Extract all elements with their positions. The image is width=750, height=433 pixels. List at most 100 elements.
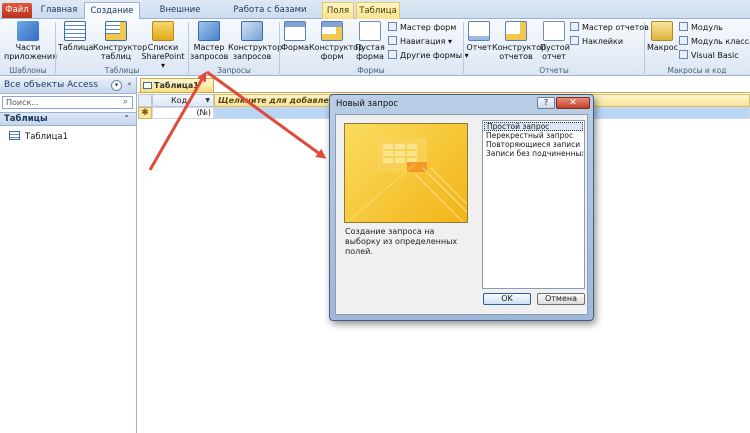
collapse-section-icon[interactable]: ⌃: [123, 113, 130, 125]
tab-table[interactable]: Таблица: [356, 2, 400, 19]
document-tab-table1[interactable]: Таблица1: [140, 78, 214, 92]
module-icon: [679, 22, 688, 31]
group-templates-label: Шаблоны: [9, 66, 47, 75]
labels-label: Наклейки: [582, 37, 624, 46]
query-wizard-button[interactable]: Мастер запросов: [190, 21, 228, 61]
blank-report-icon: [543, 21, 565, 41]
ribbon-tab-bar: Файл Главная Создание Внешние данные Раб…: [0, 0, 750, 31]
form-button[interactable]: Форма: [281, 21, 309, 52]
class-module-label: Модуль класса: [691, 37, 750, 46]
dialog-body: Создание запроса на выборку из определен…: [335, 114, 588, 315]
form-design-button[interactable]: Конструктор форм: [309, 21, 363, 61]
application-parts-button[interactable]: Части приложения: [4, 21, 57, 61]
labels-button[interactable]: Наклейки: [570, 36, 623, 47]
nav-section-label: Таблицы: [4, 114, 48, 124]
nav-item-table1[interactable]: Таблица1: [9, 131, 68, 143]
navigation-button[interactable]: Навигация ▾: [388, 36, 452, 47]
navigation-icon: [388, 36, 397, 45]
chevron-down-icon[interactable]: ▼: [205, 95, 210, 106]
column-header-code[interactable]: Код ▼: [152, 94, 214, 107]
nav-section-tables[interactable]: Таблицы ⌃: [0, 112, 136, 126]
tab-database-tools[interactable]: Работа с базами данных: [220, 2, 320, 31]
form-wizard-label: Мастер форм: [400, 23, 457, 32]
select-all-corner[interactable]: [138, 94, 152, 107]
other-forms-label: Другие формы ▾: [400, 51, 469, 60]
chevron-down-icon[interactable]: ▾: [111, 80, 122, 91]
group-tables-label: Таблицы: [104, 66, 140, 75]
new-record-icon: ✱: [138, 107, 152, 119]
other-forms-icon: [388, 50, 397, 59]
search-input[interactable]: Поиск... ⌕: [2, 96, 133, 109]
blank-form-label: Пустая форма: [355, 43, 385, 61]
ribbon-separator: [644, 22, 645, 74]
query-grid-icon: [346, 138, 467, 222]
other-forms-button[interactable]: Другие формы ▾: [388, 50, 469, 61]
tab-home[interactable]: Главная: [36, 2, 82, 19]
group-forms-label: Формы: [357, 66, 385, 75]
navigation-pane-header[interactable]: Все объекты Access ▾ «: [0, 77, 136, 94]
query-design-button[interactable]: Конструктор запросов: [228, 21, 282, 61]
visual-basic-button[interactable]: Visual Basic: [679, 50, 739, 61]
query-type-list[interactable]: Простой запрос Перекрестный запрос Повто…: [482, 120, 585, 289]
cancel-button[interactable]: Отмена: [537, 293, 585, 305]
tab-create[interactable]: Создание: [84, 2, 140, 20]
report-design-button[interactable]: Конструктор отчетов: [492, 21, 546, 61]
navigation-pane: Все объекты Access ▾ « Поиск... ⌕ Таблиц…: [0, 77, 137, 433]
macro-icon: [651, 21, 673, 41]
visual-basic-label: Visual Basic: [691, 51, 739, 60]
application-parts-icon: [17, 21, 39, 41]
cell-code[interactable]: (№): [152, 107, 214, 119]
tab-external-data[interactable]: Внешние данные: [142, 2, 218, 31]
form-icon: [284, 21, 306, 41]
tab-file[interactable]: Файл: [2, 3, 32, 18]
navigation-pane-title: Все объекты Access: [4, 80, 98, 90]
ribbon-separator: [279, 22, 280, 74]
sharepoint-lists-button[interactable]: Списки SharePoint ▾: [140, 21, 186, 70]
help-button[interactable]: ?: [537, 97, 555, 109]
group-reports-label: Отчеты: [539, 66, 569, 75]
report-design-label: Конструктор отчетов: [492, 43, 547, 61]
list-item[interactable]: Записи без подчиненных: [484, 149, 583, 158]
collapse-pane-icon[interactable]: «: [124, 80, 135, 91]
report-icon: [468, 21, 490, 41]
blank-report-label: Пустой отчет: [540, 43, 570, 61]
report-button[interactable]: Отчет: [466, 21, 492, 52]
report-label: Отчет: [466, 43, 492, 52]
search-icon[interactable]: ⌕: [120, 97, 131, 108]
query-wizard-icon: [198, 21, 220, 41]
table-icon: [64, 21, 86, 41]
sharepoint-icon: [152, 21, 174, 41]
table-icon: [143, 82, 152, 89]
table-design-button[interactable]: Конструктор таблиц: [93, 21, 147, 61]
report-wizard-label: Мастер отчетов: [582, 23, 649, 32]
search-placeholder: Поиск...: [6, 98, 39, 107]
blank-form-icon: [359, 21, 381, 41]
blank-report-button[interactable]: Пустой отчет: [540, 21, 570, 61]
class-module-icon: [679, 36, 688, 45]
report-wizard-button[interactable]: Мастер отчетов: [570, 22, 649, 33]
list-item[interactable]: Простой запрос: [484, 122, 583, 131]
list-item[interactable]: Перекрестный запрос: [484, 131, 583, 140]
form-wizard-icon: [388, 22, 397, 31]
query-design-icon: [241, 21, 263, 41]
new-query-dialog: Новый запрос ? ✕ Создание запроса на выб…: [329, 94, 594, 321]
table-design-icon: [105, 21, 127, 41]
dialog-title: Новый запрос: [336, 99, 399, 109]
blank-form-button[interactable]: Пустая форма: [355, 21, 385, 61]
query-design-label: Конструктор запросов: [228, 43, 283, 61]
class-module-button[interactable]: Модуль класса: [679, 36, 750, 47]
group-queries-label: Запросы: [217, 66, 251, 75]
report-design-icon: [505, 21, 527, 41]
module-button[interactable]: Модуль: [679, 22, 723, 33]
list-item[interactable]: Повторяющиеся записи: [484, 140, 583, 149]
ribbon-separator: [55, 22, 56, 74]
table-button[interactable]: Таблица: [58, 21, 93, 52]
macro-button[interactable]: Макрос: [647, 21, 678, 52]
close-button[interactable]: ✕: [556, 97, 590, 109]
ok-button[interactable]: OK: [483, 293, 531, 305]
application-parts-label: Части приложения: [4, 43, 57, 61]
ribbon-separator: [188, 22, 189, 74]
tab-fields[interactable]: Поля: [322, 2, 354, 19]
form-wizard-button[interactable]: Мастер форм: [388, 22, 456, 33]
module-label: Модуль: [691, 23, 723, 32]
